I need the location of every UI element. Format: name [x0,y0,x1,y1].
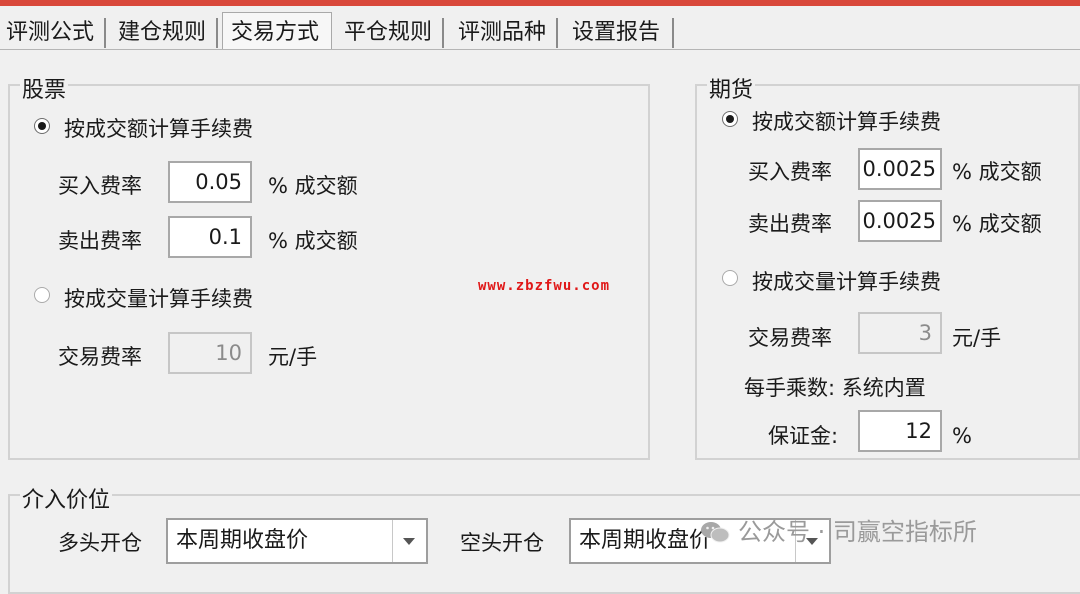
stock-trade-rate-unit: 元/手 [268,345,318,369]
futures-trade-rate-label: 交易费率 [748,326,832,350]
tab-close-rules[interactable]: 平仓规则 [338,18,444,48]
short-open-label: 空头开仓 [460,531,544,555]
stock-buy-rate-unit: % 成交额 [268,174,358,198]
long-open-label: 多头开仓 [58,531,142,555]
stock-buy-rate-label: 买入费率 [58,174,142,198]
futures-trade-rate-unit: 元/手 [952,326,1002,350]
stock-by-amount-label[interactable]: 按成交额计算手续费 [64,113,253,143]
stock-buy-rate-input[interactable]: 0.05 [168,161,252,203]
stock-by-volume-radio[interactable] [34,287,50,303]
tab-formula[interactable]: 评测公式 [0,18,106,48]
chevron-down-icon[interactable] [392,520,426,562]
futures-multiplier-text: 每手乘数: 系统内置 [744,376,926,400]
futures-buy-rate-input[interactable]: 0.0025 [858,148,942,190]
stock-group-title: 股票 [20,72,69,104]
futures-by-amount-label[interactable]: 按成交额计算手续费 [752,106,941,136]
stock-trade-rate-input[interactable]: 10 [168,332,252,374]
tab-bar: 评测公式 建仓规则 交易方式 平仓规则 评测品种 设置报告 [0,12,1080,50]
futures-trade-rate-input[interactable]: 3 [858,312,942,354]
brand-text: 公众号 · 司赢空指标所 [738,518,977,546]
short-open-value: 本周期收盘价 [579,528,712,553]
tab-report-settings[interactable]: 设置报告 [566,18,674,48]
tab-divider [0,49,1080,50]
futures-margin-label: 保证金: [768,424,839,448]
wechat-brand-watermark: 公众号 · 司赢空指标所 [700,512,977,547]
futures-by-amount-radio[interactable] [722,111,738,127]
futures-sell-rate-input[interactable]: 0.0025 [858,200,942,242]
futures-by-volume-radio[interactable] [722,270,738,286]
futures-by-volume-label[interactable]: 按成交量计算手续费 [752,266,941,296]
tab-open-rules[interactable]: 建仓规则 [112,18,218,48]
stock-trade-rate-label: 交易费率 [58,345,142,369]
tab-trade-method[interactable]: 交易方式 [222,12,332,50]
stock-sell-rate-input[interactable]: 0.1 [168,216,252,258]
futures-sell-rate-label: 卖出费率 [748,212,832,236]
futures-buy-rate-label: 买入费率 [748,160,832,184]
futures-buy-rate-unit: % 成交额 [952,160,1042,184]
entry-price-group-title: 介入价位 [20,482,113,514]
futures-margin-unit: % [952,424,972,448]
stock-by-volume-label[interactable]: 按成交量计算手续费 [64,283,253,313]
site-watermark: www.zbzfwu.com [478,278,611,294]
long-open-value: 本周期收盘价 [176,528,309,553]
title-bar-strip [0,0,1080,6]
stock-sell-rate-unit: % 成交额 [268,229,358,253]
tab-instruments[interactable]: 评测品种 [452,18,558,48]
futures-margin-input[interactable]: 12 [858,410,942,452]
futures-group-title: 期货 [707,72,756,104]
stock-sell-rate-label: 卖出费率 [58,229,142,253]
wechat-icon [701,522,730,543]
long-open-select[interactable]: 本周期收盘价 [166,518,428,564]
futures-sell-rate-unit: % 成交额 [952,212,1042,236]
stock-by-amount-radio[interactable] [34,118,50,134]
